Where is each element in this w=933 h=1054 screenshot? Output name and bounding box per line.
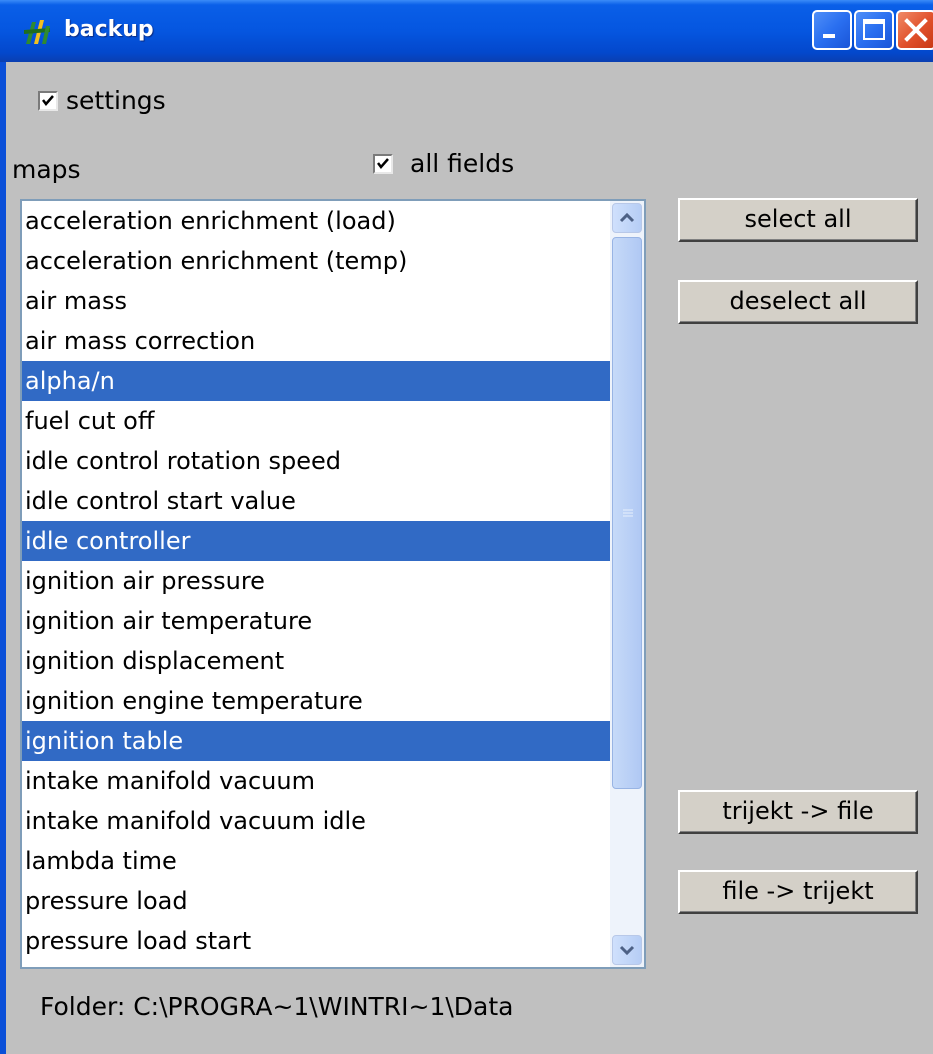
minimize-button[interactable] xyxy=(812,10,852,50)
list-item[interactable]: idle control start value xyxy=(22,481,612,521)
list-item[interactable]: acceleration enrichment (load) xyxy=(22,201,612,241)
all-fields-label[interactable]: all fields xyxy=(410,149,514,179)
list-item[interactable]: ignition engine temperature xyxy=(22,681,612,721)
scrollbar-thumb[interactable] xyxy=(612,237,642,789)
maximize-icon xyxy=(863,19,885,40)
checkmark-icon xyxy=(377,158,389,169)
scroll-down-button[interactable] xyxy=(612,935,642,965)
list-item[interactable]: intake manifold vacuum idle xyxy=(22,801,612,841)
scroll-up-button[interactable] xyxy=(612,203,642,233)
title-bar[interactable]: backup xyxy=(0,0,933,62)
list-item[interactable]: air mass correction xyxy=(22,321,612,361)
window-left-border xyxy=(0,62,6,1054)
list-item[interactable]: pressure load xyxy=(22,881,612,921)
list-item[interactable]: acceleration enrichment (temp) xyxy=(22,241,612,281)
list-item[interactable]: ignition table xyxy=(22,721,612,761)
app-icon xyxy=(24,20,50,44)
maps-listbox[interactable]: acceleration enrichment (load) accelerati… xyxy=(20,199,646,969)
list-item[interactable]: air mass xyxy=(22,281,612,321)
trijekt-to-file-button[interactable]: trijekt -> file xyxy=(678,790,918,834)
list-item[interactable]: fuel cut off xyxy=(22,401,612,441)
maps-list-items: acceleration enrichment (load) accelerati… xyxy=(22,201,612,961)
maximize-button[interactable] xyxy=(854,10,894,50)
backup-window: backup settings maps all fields accelera… xyxy=(0,0,933,1054)
list-item[interactable]: pressure load start xyxy=(22,921,612,961)
window-title: backup xyxy=(64,17,154,42)
list-item[interactable]: idle control rotation speed xyxy=(22,441,612,481)
deselect-all-button[interactable]: deselect all xyxy=(678,280,918,324)
maps-label: maps xyxy=(12,155,81,184)
list-item[interactable]: ignition air temperature xyxy=(22,601,612,641)
list-item[interactable]: ignition displacement xyxy=(22,641,612,681)
all-fields-checkbox[interactable] xyxy=(373,154,393,174)
checkmark-icon xyxy=(42,95,54,106)
settings-label[interactable]: settings xyxy=(66,86,166,116)
list-item[interactable]: alpha/n xyxy=(22,361,612,401)
grip-icon xyxy=(623,509,633,517)
folder-path: Folder: C:\PROGRA~1\WINTRI~1\Data xyxy=(40,992,514,1021)
file-to-trijekt-button[interactable]: file -> trijekt xyxy=(678,870,918,914)
list-item[interactable]: intake manifold vacuum xyxy=(22,761,612,801)
close-icon xyxy=(904,18,928,42)
settings-checkbox[interactable] xyxy=(38,91,58,111)
vertical-scrollbar[interactable] xyxy=(610,201,644,967)
list-item[interactable]: idle controller xyxy=(22,521,612,561)
close-button[interactable] xyxy=(896,10,933,50)
select-all-button[interactable]: select all xyxy=(678,198,918,242)
list-item[interactable]: ignition air pressure xyxy=(22,561,612,601)
chevron-up-icon xyxy=(619,212,635,223)
chevron-down-icon xyxy=(619,945,635,956)
list-item[interactable]: lambda time xyxy=(22,841,612,881)
minimize-icon xyxy=(823,34,835,38)
